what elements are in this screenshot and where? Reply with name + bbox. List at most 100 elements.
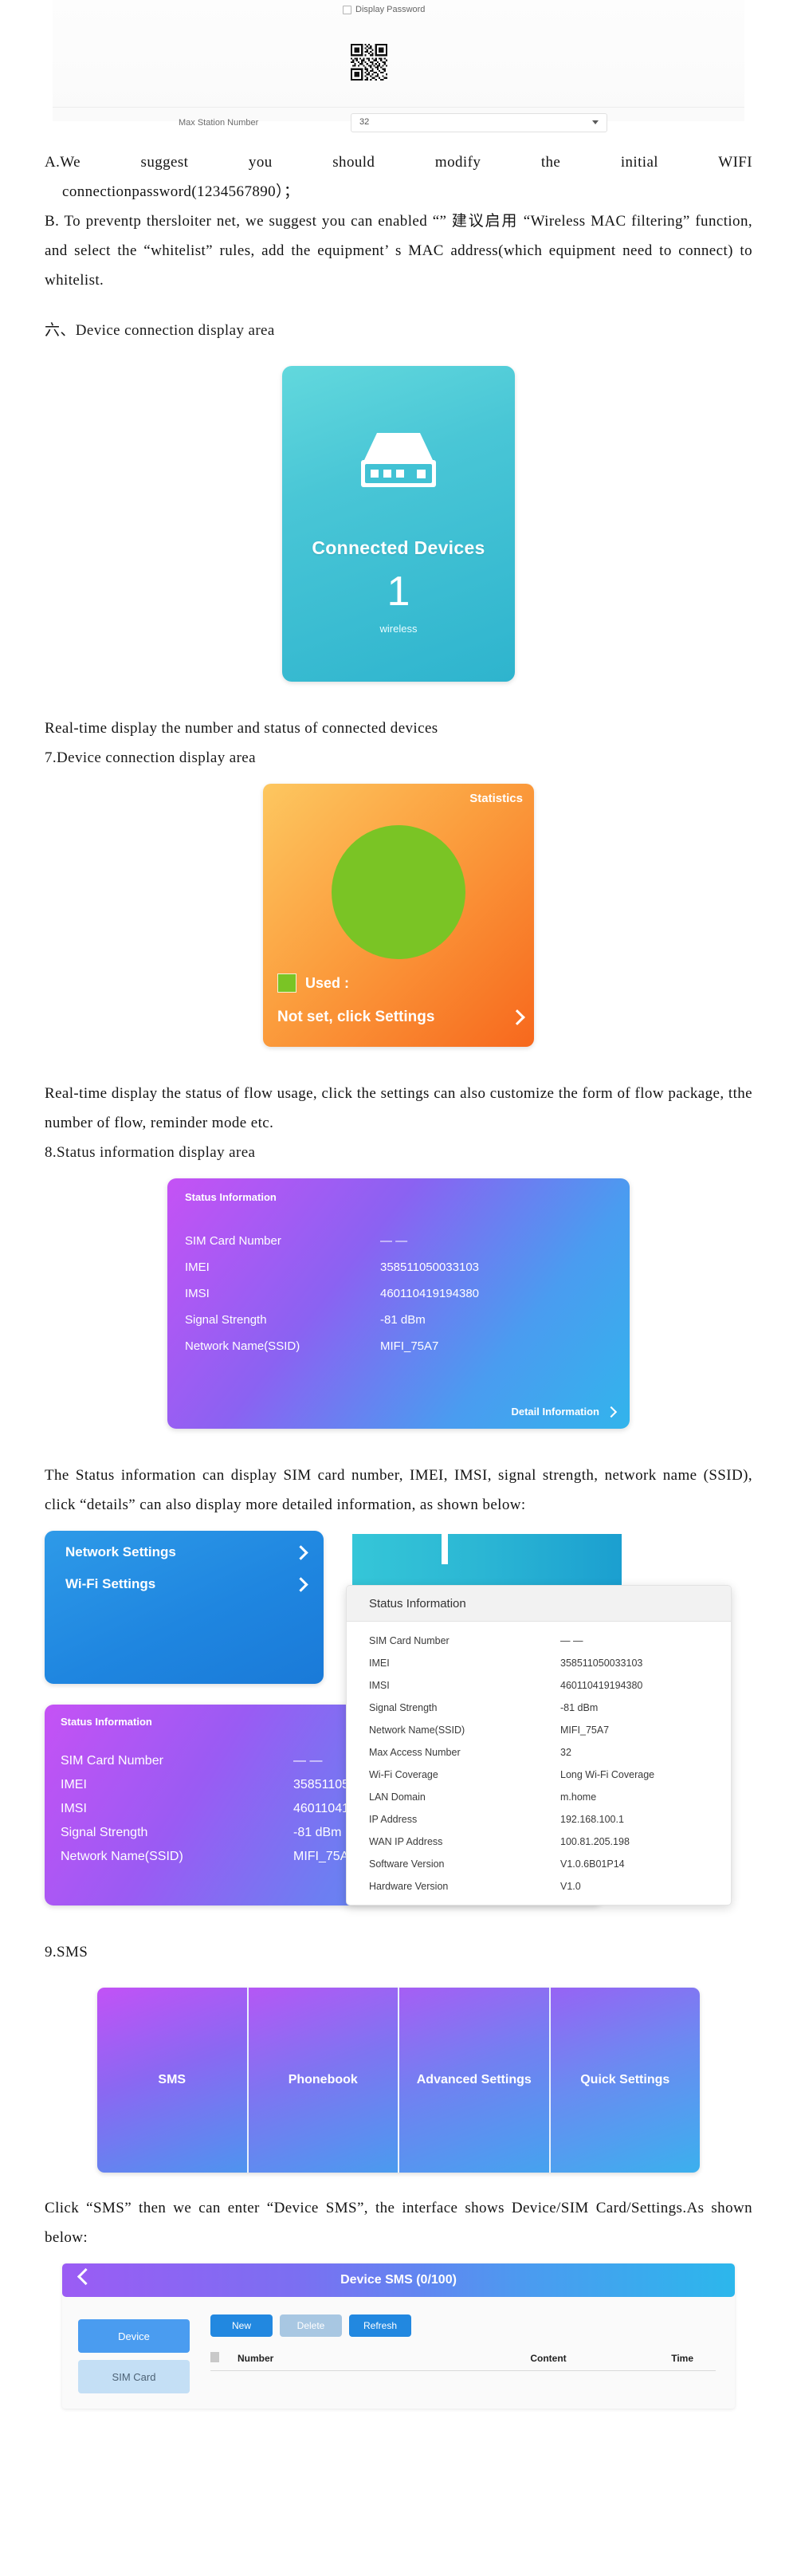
checkbox-icon [210, 2352, 219, 2362]
legend-swatch-used [277, 973, 296, 993]
detail-row: Network Name(SSID) MIFI_75A7 [369, 1719, 709, 1741]
note-item-a-line1: A.We suggest you should modify the initi… [45, 154, 752, 171]
tile-sms[interactable]: SMS [97, 1988, 249, 2173]
status-row-key: IMSI [61, 1802, 87, 1815]
detail-row-key: IMSI [369, 1680, 390, 1691]
status-row-value: MIFI_75A7 [380, 1339, 439, 1353]
detail-row-value: -81 dBm [560, 1702, 599, 1713]
nav-item-label: Network Settings [65, 1544, 176, 1559]
status-card-header: Status Information [61, 1716, 152, 1728]
teal-strip-notch [442, 1534, 448, 1564]
status-row: IMEI 358511050033103 [185, 1254, 612, 1280]
column-time: Time [671, 2353, 693, 2364]
section-six-heading: 六、Device connection display area [45, 322, 275, 339]
detail-row-key: IP Address [369, 1814, 418, 1825]
divider [53, 107, 744, 108]
detail-row-key: Max Access Number [369, 1747, 461, 1758]
nav-item-label: Wi-Fi Settings [65, 1576, 156, 1591]
status-row-key: Signal Strength [185, 1313, 267, 1327]
detail-row-value: Long Wi-Fi Coverage [560, 1769, 655, 1780]
detail-row: Software Version V1.0.6B01P14 [369, 1853, 709, 1875]
section-eight-caption: The Status information can display SIM c… [45, 1467, 752, 1513]
wifi-settings-screenshot: Display Password Max Station Number 32 [0, 0, 797, 147]
column-number: Number [238, 2353, 274, 2364]
max-station-number-row: Max Station Number 32 [53, 113, 744, 139]
detail-row-value: 32 [560, 1747, 571, 1758]
status-row: Network Name(SSID) MIFI_75A7 [185, 1333, 612, 1359]
detail-row-value: MIFI_75A7 [560, 1725, 610, 1736]
legend-label-used: Used : [305, 974, 350, 991]
detail-row-value: V1.0 [560, 1881, 581, 1892]
display-password-checkbox[interactable] [343, 5, 351, 14]
detail-row: IMSI 460110419194380 [369, 1674, 709, 1697]
tile-advanced-settings[interactable]: Advanced Settings [399, 1988, 551, 2173]
tile-label: Phonebook [288, 2073, 358, 2086]
statistics-settings-link[interactable]: Not set, click Settings [277, 1009, 525, 1026]
tile-quick-settings[interactable]: Quick Settings [550, 1988, 700, 2173]
statistics-card[interactable]: Statistics Used : Not set, click Setting… [263, 784, 534, 1047]
statistics-legend: Used : [277, 973, 349, 993]
status-row-value: -81 dBm [380, 1313, 426, 1327]
tile-phonebook[interactable]: Phonebook [248, 1988, 399, 2173]
status-row-value: 358511050033103 [380, 1260, 480, 1274]
statistics-title: Statistics [469, 792, 523, 805]
detail-panel-rows: SIM Card Number — — IMEI 358511050033103… [347, 1622, 731, 1898]
connected-devices-card[interactable]: Connected Devices 1 wireless [282, 366, 515, 682]
refresh-button[interactable]: Refresh [349, 2314, 411, 2337]
sidebar-item-device[interactable]: Device [78, 2319, 190, 2353]
delete-button[interactable]: Delete [280, 2314, 342, 2337]
nav-item-network-settings[interactable]: Network Settings [65, 1544, 308, 1560]
section-nine-heading: 9.SMS [45, 1944, 88, 1961]
delete-button-label: Delete [296, 2320, 325, 2331]
document-page: Display Password Max Station Number 32 A… [0, 0, 797, 2576]
status-row-key: IMEI [61, 1778, 87, 1791]
chevron-right-icon [293, 1576, 308, 1592]
section-eight-heading: 8.Status information display area [45, 1144, 256, 1161]
sms-tiles-screenshot: SMS Phonebook Advanced Settings Quick Se… [97, 1988, 700, 2173]
detail-information-label: Detail Information [511, 1406, 599, 1418]
detail-information-link[interactable]: Detail Information [511, 1406, 618, 1418]
document-body: A.We suggest you should modify the initi… [0, 147, 797, 2429]
detail-row: LAN Domain m.home [369, 1786, 709, 1808]
detail-row-key: Wi-Fi Coverage [369, 1769, 438, 1780]
max-station-number-select[interactable]: 32 [351, 113, 607, 132]
refresh-button-label: Refresh [363, 2320, 398, 2331]
detail-row: Max Access Number 32 [369, 1741, 709, 1764]
screenshot-surface [53, 0, 744, 121]
teal-header-strip [352, 1534, 622, 1587]
chevron-right-icon [293, 1544, 308, 1560]
display-password-row[interactable]: Display Password [343, 5, 425, 14]
connected-devices-subtitle: wireless [379, 623, 418, 635]
detail-row-key: IMEI [369, 1658, 390, 1669]
chevron-left-icon[interactable] [77, 2267, 95, 2286]
section-six-caption: Real-time display the number and status … [45, 720, 438, 737]
detail-row: WAN IP Address 100.81.205.198 [369, 1831, 709, 1853]
status-card-rows: SIM Card Number — — IMEI 358511050033103… [185, 1228, 612, 1359]
sidebar-item-sim-card[interactable]: SIM Card [78, 2360, 190, 2393]
detail-row-value: — — [560, 1635, 583, 1646]
status-information-card[interactable]: Status Information SIM Card Number — — I… [167, 1178, 630, 1429]
status-row: Signal Strength -81 dBm [185, 1307, 612, 1333]
status-row-value: -81 dBm [293, 1826, 342, 1839]
detail-row-value: 460110419194380 [560, 1680, 643, 1691]
detail-row-value: 100.81.205.198 [560, 1836, 630, 1847]
new-button[interactable]: New [210, 2314, 273, 2337]
sidebar-item-label: Device [118, 2330, 150, 2342]
connected-devices-screenshot: Connected Devices 1 wireless [45, 366, 752, 682]
status-row-value: — — [380, 1234, 408, 1248]
note-item-b: B. To preventp thersloiter net, we sugge… [45, 213, 752, 289]
device-sms-main: New Delete Refresh Number Content Time [202, 2297, 735, 2409]
detail-row-value: m.home [560, 1791, 597, 1803]
max-station-number-label: Max Station Number [179, 118, 259, 128]
note-item-a-line2: connectionpassword(1234567890）； [62, 183, 300, 200]
status-row-value: 460110419194380 [380, 1287, 480, 1300]
nav-item-wifi-settings[interactable]: Wi-Fi Settings [65, 1576, 308, 1592]
wifi-qr-code [351, 44, 387, 81]
select-all-checkbox[interactable] [210, 2352, 238, 2365]
detail-row: Signal Strength -81 dBm [369, 1697, 709, 1719]
status-row-key: Network Name(SSID) [185, 1339, 300, 1353]
detail-row-key: Hardware Version [369, 1881, 449, 1892]
device-sms-header: Device SMS (0/100) [62, 2263, 735, 2297]
status-row-key: IMEI [185, 1260, 210, 1274]
detail-row-key: Software Version [369, 1858, 445, 1870]
